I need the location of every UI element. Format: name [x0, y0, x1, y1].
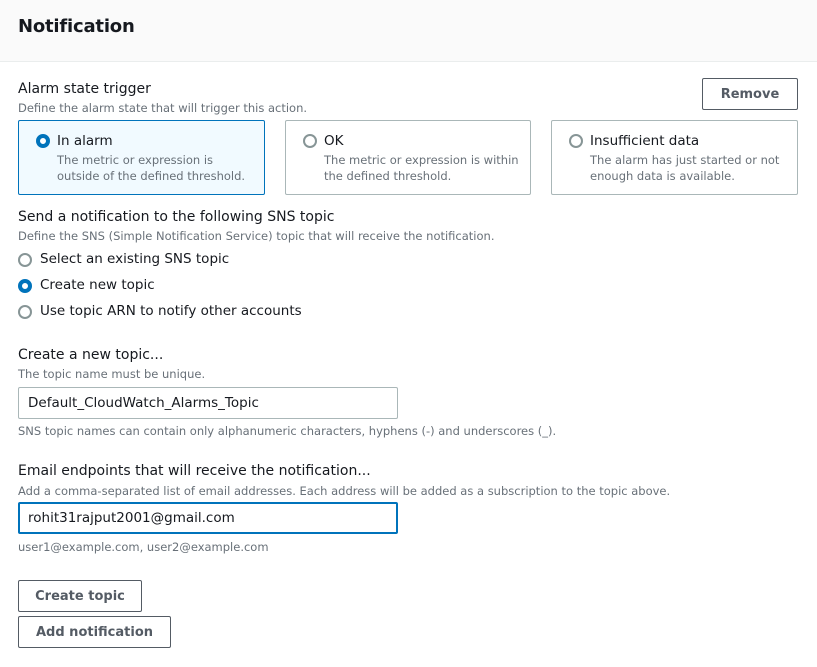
tile-in-alarm-title: In alarm: [57, 133, 113, 149]
panel-title: Notification: [18, 16, 135, 37]
tile-in-alarm[interactable]: In alarm The metric or expression is out…: [18, 120, 265, 195]
email-endpoints-input[interactable]: [18, 502, 398, 534]
radio-existing-topic[interactable]: [18, 253, 32, 267]
email-label: Email endpoints that will receive the no…: [18, 463, 371, 479]
tile-ok-description: The metric or expression is within the d…: [324, 153, 519, 183]
topic-name-input[interactable]: [18, 387, 398, 419]
tile-insufficient-data-description: The alarm has just started or not enough…: [590, 153, 780, 183]
option-existing-topic-label: Select an existing SNS topic: [40, 251, 230, 267]
new-topic-description: The topic name must be unique.: [18, 367, 206, 381]
new-topic-label: Create a new topic...: [18, 347, 164, 363]
topic-name-constraint: SNS topic names can contain only alphanu…: [18, 424, 557, 438]
tile-in-alarm-description: The metric or expression is outside of t…: [57, 153, 246, 183]
radio-create-new-topic[interactable]: [18, 279, 32, 293]
add-notification-button[interactable]: Add notification: [18, 616, 171, 648]
option-topic-arn-label: Use topic ARN to notify other accounts: [40, 303, 302, 319]
email-hint: user1@example.com, user2@example.com: [18, 540, 269, 554]
radio-in-alarm[interactable]: [36, 134, 50, 148]
radio-insufficient-data[interactable]: [569, 134, 583, 148]
tile-ok[interactable]: OK The metric or expression is within th…: [285, 120, 531, 195]
sns-description: Define the SNS (Simple Notification Serv…: [18, 229, 495, 243]
panel-header: Notification: [0, 0, 817, 62]
remove-button[interactable]: Remove: [702, 78, 798, 110]
radio-ok[interactable]: [303, 134, 317, 148]
create-topic-button[interactable]: Create topic: [18, 580, 142, 612]
tile-insufficient-data-title: Insufficient data: [590, 133, 700, 149]
email-description: Add a comma-separated list of email addr…: [18, 484, 671, 498]
sns-label: Send a notification to the following SNS…: [18, 209, 335, 225]
option-create-new-topic-label: Create new topic: [40, 277, 155, 293]
alarm-trigger-label: Alarm state trigger: [18, 81, 151, 97]
tile-insufficient-data[interactable]: Insufficient data The alarm has just sta…: [551, 120, 798, 195]
tile-ok-title: OK: [324, 133, 344, 149]
alarm-trigger-description: Define the alarm state that will trigger…: [18, 101, 308, 115]
radio-topic-arn[interactable]: [18, 305, 32, 319]
